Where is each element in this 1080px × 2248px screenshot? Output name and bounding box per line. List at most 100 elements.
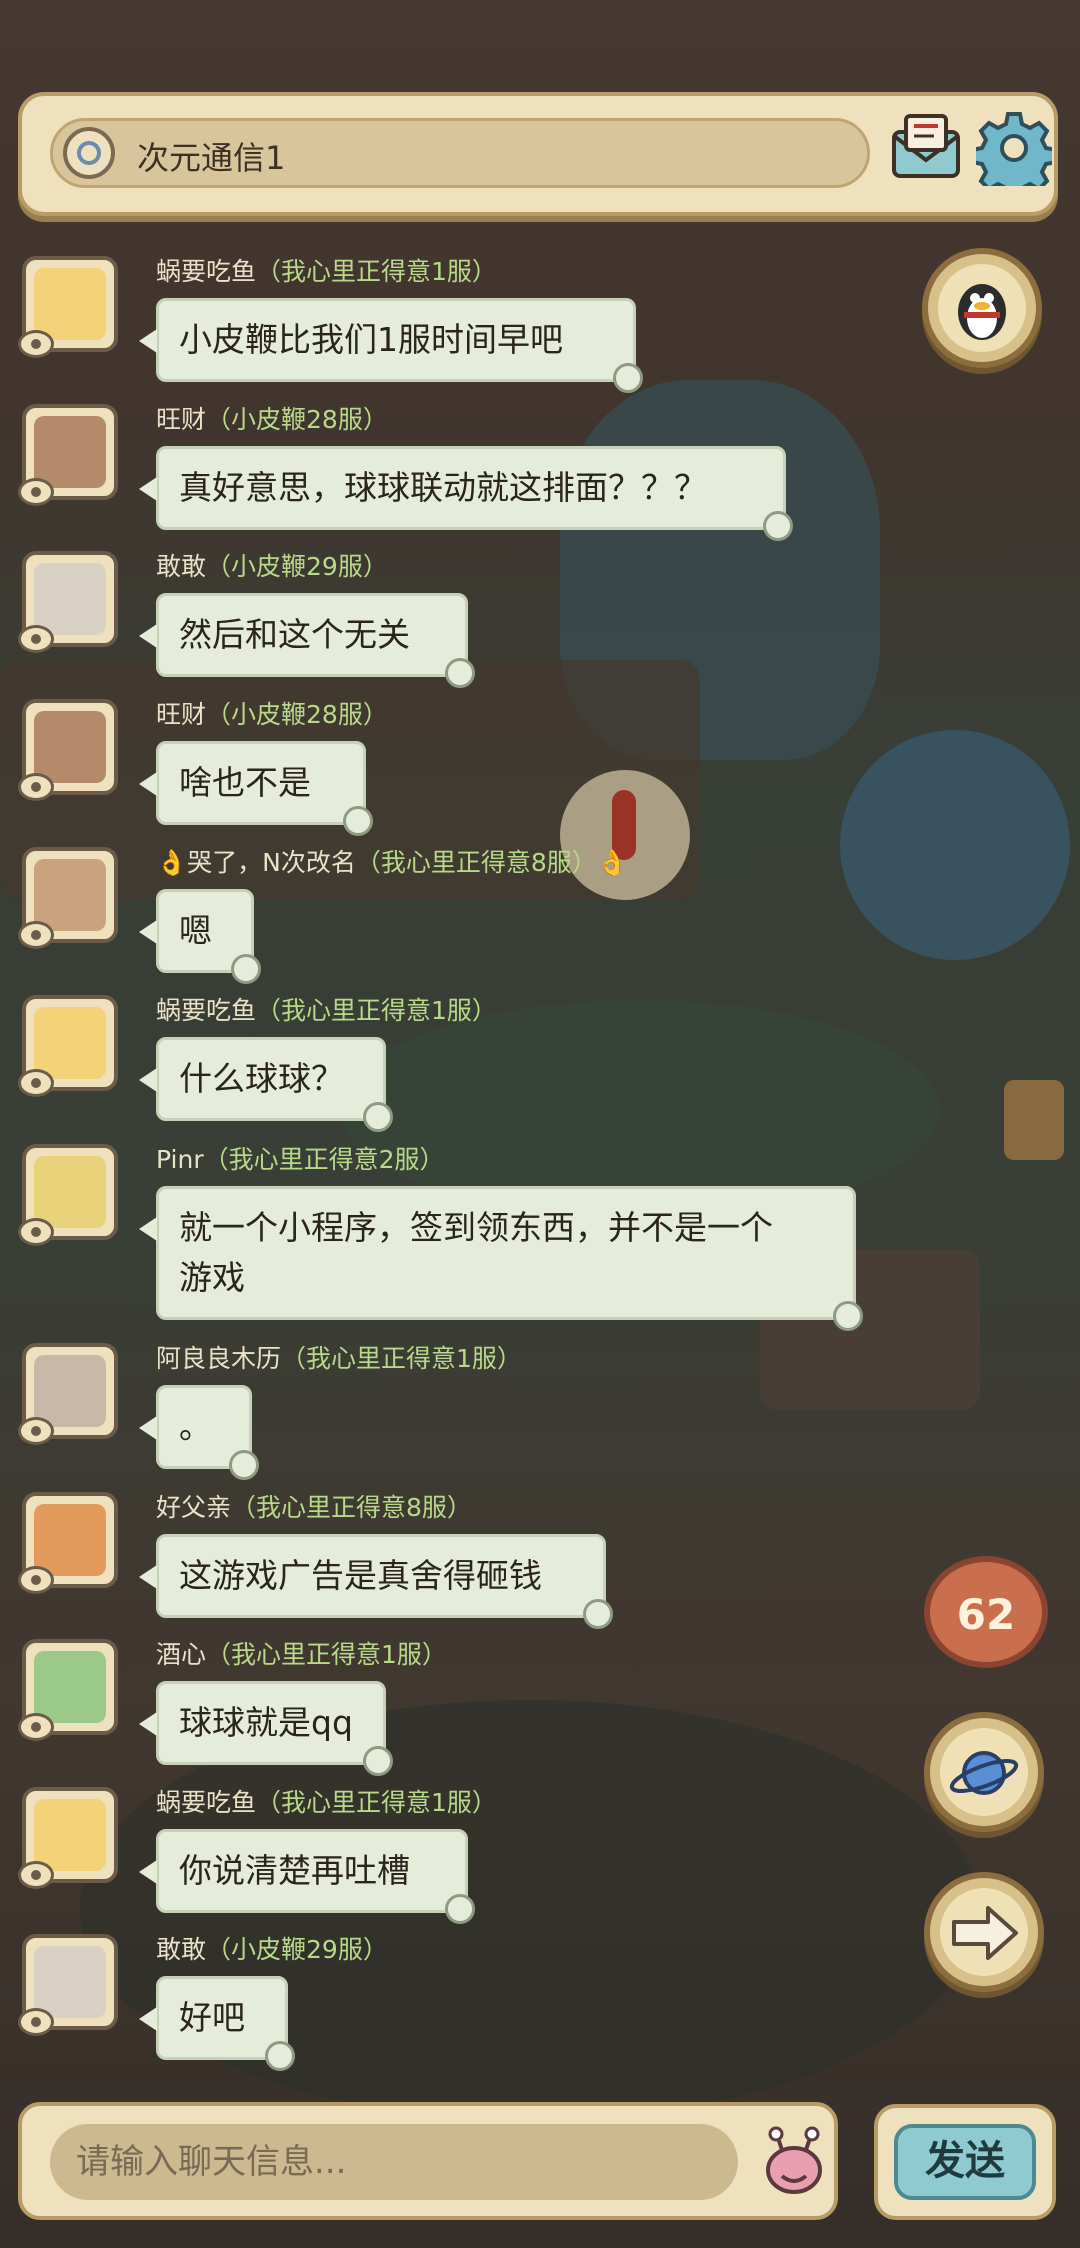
sender-server: （我心里正得意8服） [231,1493,472,1522]
avatar-image [34,1355,106,1427]
send-label: 发送 [894,2124,1036,2200]
message-bubble[interactable]: 这游戏广告是真舍得砸钱 [139,1534,613,1629]
eye-icon[interactable] [18,1566,54,1594]
message-text: 就一个小程序，签到领东西，并不是一个 游戏 [179,1208,773,1297]
planet-button[interactable] [924,1712,1044,1832]
message-bubble[interactable]: 好吧 [139,1976,295,2071]
message-bubble[interactable]: 什么球球？ [139,1037,393,1132]
message-bubble[interactable]: 。 [139,1385,259,1480]
emoji-button[interactable] [758,2126,830,2198]
sender-server: （我心里正得意1服） [281,1344,522,1373]
bubble-tail-icon [231,954,261,984]
eye-icon[interactable] [18,1713,54,1741]
eye-icon[interactable] [18,625,54,653]
bubble-tail-icon [363,1746,393,1776]
next-arrow-button[interactable] [924,1872,1044,1992]
message-bubble[interactable]: 然后和这个无关 [139,593,475,688]
bubble-tail-icon [613,363,643,393]
sender-nickname: 旺财 [156,405,207,434]
bubble-tail-icon [445,1894,475,1924]
chat-input[interactable] [50,2124,738,2200]
sender-name[interactable]: 敢敢（小皮鞭29服） [156,1930,388,1966]
chat-header: 次元通信1 [18,92,1058,216]
sender-server: （我心里正得意1服） [256,1788,497,1817]
bubble-tail-icon [583,1599,613,1629]
bubble-tail-icon [229,1450,259,1480]
bubble-tail-icon [265,2041,295,2071]
message-bubble[interactable]: 就一个小程序，签到领东西，并不是一个 游戏 [139,1186,863,1331]
avatar-image [34,859,106,931]
avatar-image [34,268,106,340]
message-bubble[interactable]: 小皮鞭比我们1服时间早吧 [139,298,643,393]
message-text: 。 [179,1407,212,1446]
sender-name[interactable]: 蜗要吃鱼（我心里正得意1服） [156,1783,497,1819]
message-text: 小皮鞭比我们1服时间早吧 [179,320,563,359]
sender-name[interactable]: 敢敢（小皮鞭29服） [156,547,388,583]
message-text: 这游戏广告是真舍得砸钱 [179,1556,542,1595]
sender-name[interactable]: 好父亲（我心里正得意8服） [156,1488,472,1524]
settings-button[interactable] [970,110,1058,200]
avatar-image [34,416,106,488]
eye-icon[interactable] [18,478,54,506]
sender-name[interactable]: 👌哭了，N次改名（我心里正得意8服）👌 [156,843,628,879]
sender-server: （我心里正得意2服） [203,1145,445,1174]
message-text: 你说清楚再吐槽 [179,1851,410,1890]
mail-button[interactable] [888,110,964,186]
arrow-right-icon [952,1906,1018,1960]
sender-nickname: 👌哭了，N次改名 [156,848,356,877]
message-text: 真好意思，球球联动就这排面？？？ [179,468,707,507]
sender-name[interactable]: 阿良良木历（我心里正得意1服） [156,1339,522,1375]
eye-icon[interactable] [18,1218,54,1246]
avatar-image [34,1799,106,1871]
unread-count: 62 [956,1590,1016,1639]
eye-icon[interactable] [18,921,54,949]
eye-icon[interactable] [18,2008,54,2036]
eye-icon[interactable] [18,1417,54,1445]
avatar-image [34,1156,106,1228]
sender-server: （我心里正得意1服） [206,1640,447,1669]
message-text: 什么球球？ [179,1059,344,1098]
message-bubble[interactable]: 啥也不是 [139,741,373,836]
penguin-icon [958,284,1006,340]
unread-count-badge[interactable]: 62 [924,1556,1048,1668]
gear-icon [970,112,1058,200]
avatar-image [34,1946,106,2018]
message-text: 嗯 [179,911,212,950]
sender-server: （我心里正得意1服） [256,257,497,286]
channel-selector[interactable]: 次元通信1 [50,118,870,188]
sender-nickname: 酒心 [156,1640,207,1669]
penguin-button[interactable] [922,248,1042,368]
channel-name: 次元通信1 [137,139,286,177]
eye-icon[interactable] [18,330,54,358]
sender-server: （小皮鞭29服） [206,552,388,581]
message-text: 球球就是qq [179,1703,353,1742]
message-bubble[interactable]: 你说清楚再吐槽 [139,1829,475,1924]
eye-icon[interactable] [18,773,54,801]
planet-icon [949,1751,1019,1795]
bubble-tail-icon [763,511,793,541]
sender-name[interactable]: 蜗要吃鱼（我心里正得意1服） [156,991,497,1027]
sender-name[interactable]: 旺财（小皮鞭28服） [156,400,388,436]
channel-icon [63,127,115,179]
emoji-bug-icon [766,2126,822,2194]
bubble-tail-icon [833,1301,863,1331]
sender-name[interactable]: 蜗要吃鱼（我心里正得意1服） [156,252,497,288]
sender-nickname: 蜗要吃鱼 [156,1788,257,1817]
sender-name[interactable]: 旺财（小皮鞭28服） [156,695,388,731]
sender-server: （我心里正得意1服） [256,996,497,1025]
sender-nickname: 敢敢 [156,552,207,581]
sender-server: （小皮鞭28服） [206,700,388,729]
avatar-image [34,1504,106,1576]
eye-icon[interactable] [18,1861,54,1889]
message-bubble[interactable]: 真好意思，球球联动就这排面？？？ [139,446,793,541]
eye-icon[interactable] [18,1069,54,1097]
message-text: 啥也不是 [179,763,311,802]
sender-name[interactable]: 酒心（我心里正得意1服） [156,1635,447,1671]
send-button[interactable]: 发送 [874,2104,1056,2220]
message-bubble[interactable]: 球球就是qq [139,1681,393,1776]
sender-name[interactable]: Pinr（我心里正得意2服） [156,1140,445,1176]
avatar-image [34,1651,106,1723]
avatar-image [34,1007,106,1079]
message-bubble[interactable]: 嗯 [139,889,261,984]
chat-input-bar [18,2102,838,2220]
